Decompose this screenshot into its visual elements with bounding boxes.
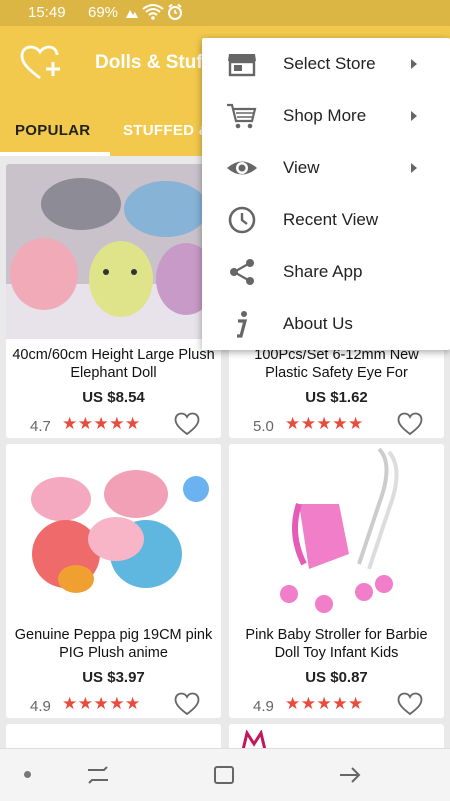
menu-item-label: View xyxy=(283,158,320,177)
star-rating-icons: ★★★★★ xyxy=(62,694,141,713)
heart-plus-icon[interactable] xyxy=(20,44,64,84)
info-icon xyxy=(237,311,248,338)
star-rating-icons: ★★★★★ xyxy=(285,414,364,433)
image-icon xyxy=(126,10,138,18)
product-rating: 4.9 xyxy=(30,698,51,715)
status-bar: 15:49 69% xyxy=(0,0,450,26)
product-name: Genuine Peppa pig 19CM pink PIG Plush an… xyxy=(14,627,213,661)
product-card[interactable]: Genuine Peppa pig 19CM pink PIG Plush an… xyxy=(6,444,221,718)
product-price: US $0.87 xyxy=(305,669,368,686)
recent-apps-icon[interactable] xyxy=(86,765,110,785)
favorite-heart-icon[interactable] xyxy=(174,412,200,436)
menu-item-shop-more[interactable]: Shop More xyxy=(202,90,450,142)
product-card[interactable] xyxy=(6,724,221,748)
menu-item-about-us[interactable]: About Us xyxy=(202,298,450,350)
share-icon xyxy=(230,259,254,285)
menu-item-label: Share App xyxy=(283,262,363,281)
product-price: US $3.97 xyxy=(82,669,145,686)
product-image-peppa-pig[interactable] xyxy=(6,444,221,619)
back-arrow-icon[interactable] xyxy=(338,765,362,785)
tab-popular[interactable]: POPULAR xyxy=(15,122,90,139)
alarm-icon xyxy=(168,3,182,20)
clock-icon xyxy=(228,206,256,234)
system-nav-bar xyxy=(0,748,450,801)
menu-item-select-store[interactable]: Select Store xyxy=(202,38,450,90)
menu-item-label: Shop More xyxy=(283,106,367,125)
product-image-elephants[interactable] xyxy=(6,164,221,339)
product-image-stroller[interactable] xyxy=(229,444,444,619)
product-rating: 4.7 xyxy=(30,418,51,435)
product-rating: 4.9 xyxy=(253,698,274,715)
menu-item-label: Recent View xyxy=(283,210,379,229)
product-card[interactable]: Pink Baby Stroller for Barbie Doll Toy I… xyxy=(229,444,444,718)
product-name: 100Pcs/Set 6-12mm New Plastic Safety Eye… xyxy=(254,347,419,381)
favorite-heart-icon[interactable] xyxy=(174,692,200,716)
product-card[interactable]: 40cm/60cm Height Large Plush Elephant Do… xyxy=(6,164,221,438)
menu-item-label: Select Store xyxy=(283,54,376,73)
nav-dot-icon[interactable] xyxy=(24,771,31,778)
home-icon[interactable] xyxy=(213,765,235,785)
favorite-heart-icon[interactable] xyxy=(397,692,423,716)
product-card[interactable] xyxy=(229,724,444,748)
battery-level: 69% xyxy=(88,4,119,21)
submenu-arrow-icon xyxy=(411,163,417,173)
product-price: US $1.62 xyxy=(305,389,368,406)
cart-icon xyxy=(227,103,257,129)
favorite-heart-icon[interactable] xyxy=(397,412,423,436)
product-name: Pink Baby Stroller for Barbie Doll Toy I… xyxy=(245,627,428,661)
status-time: 15:49 xyxy=(28,4,66,21)
menu-item-view[interactable]: View xyxy=(202,142,450,194)
submenu-arrow-icon xyxy=(411,59,417,69)
submenu-arrow-icon xyxy=(411,111,417,121)
wifi-icon xyxy=(142,4,164,20)
product-price: US $8.54 xyxy=(82,389,145,406)
menu-item-label: About Us xyxy=(283,314,353,333)
menu-item-recent-view[interactable]: Recent View xyxy=(202,194,450,246)
star-rating-icons: ★★★★★ xyxy=(285,694,364,713)
star-rating-icons: ★★★★★ xyxy=(62,414,141,433)
overflow-menu: Select Store Shop More View Recent View … xyxy=(202,38,450,350)
store-icon xyxy=(228,54,256,77)
eye-icon xyxy=(227,161,257,175)
menu-item-share-app[interactable]: Share App xyxy=(202,246,450,298)
product-name: 40cm/60cm Height Large Plush Elephant Do… xyxy=(12,347,215,381)
product-rating: 5.0 xyxy=(253,418,274,435)
brand-logo-icon xyxy=(241,730,267,748)
